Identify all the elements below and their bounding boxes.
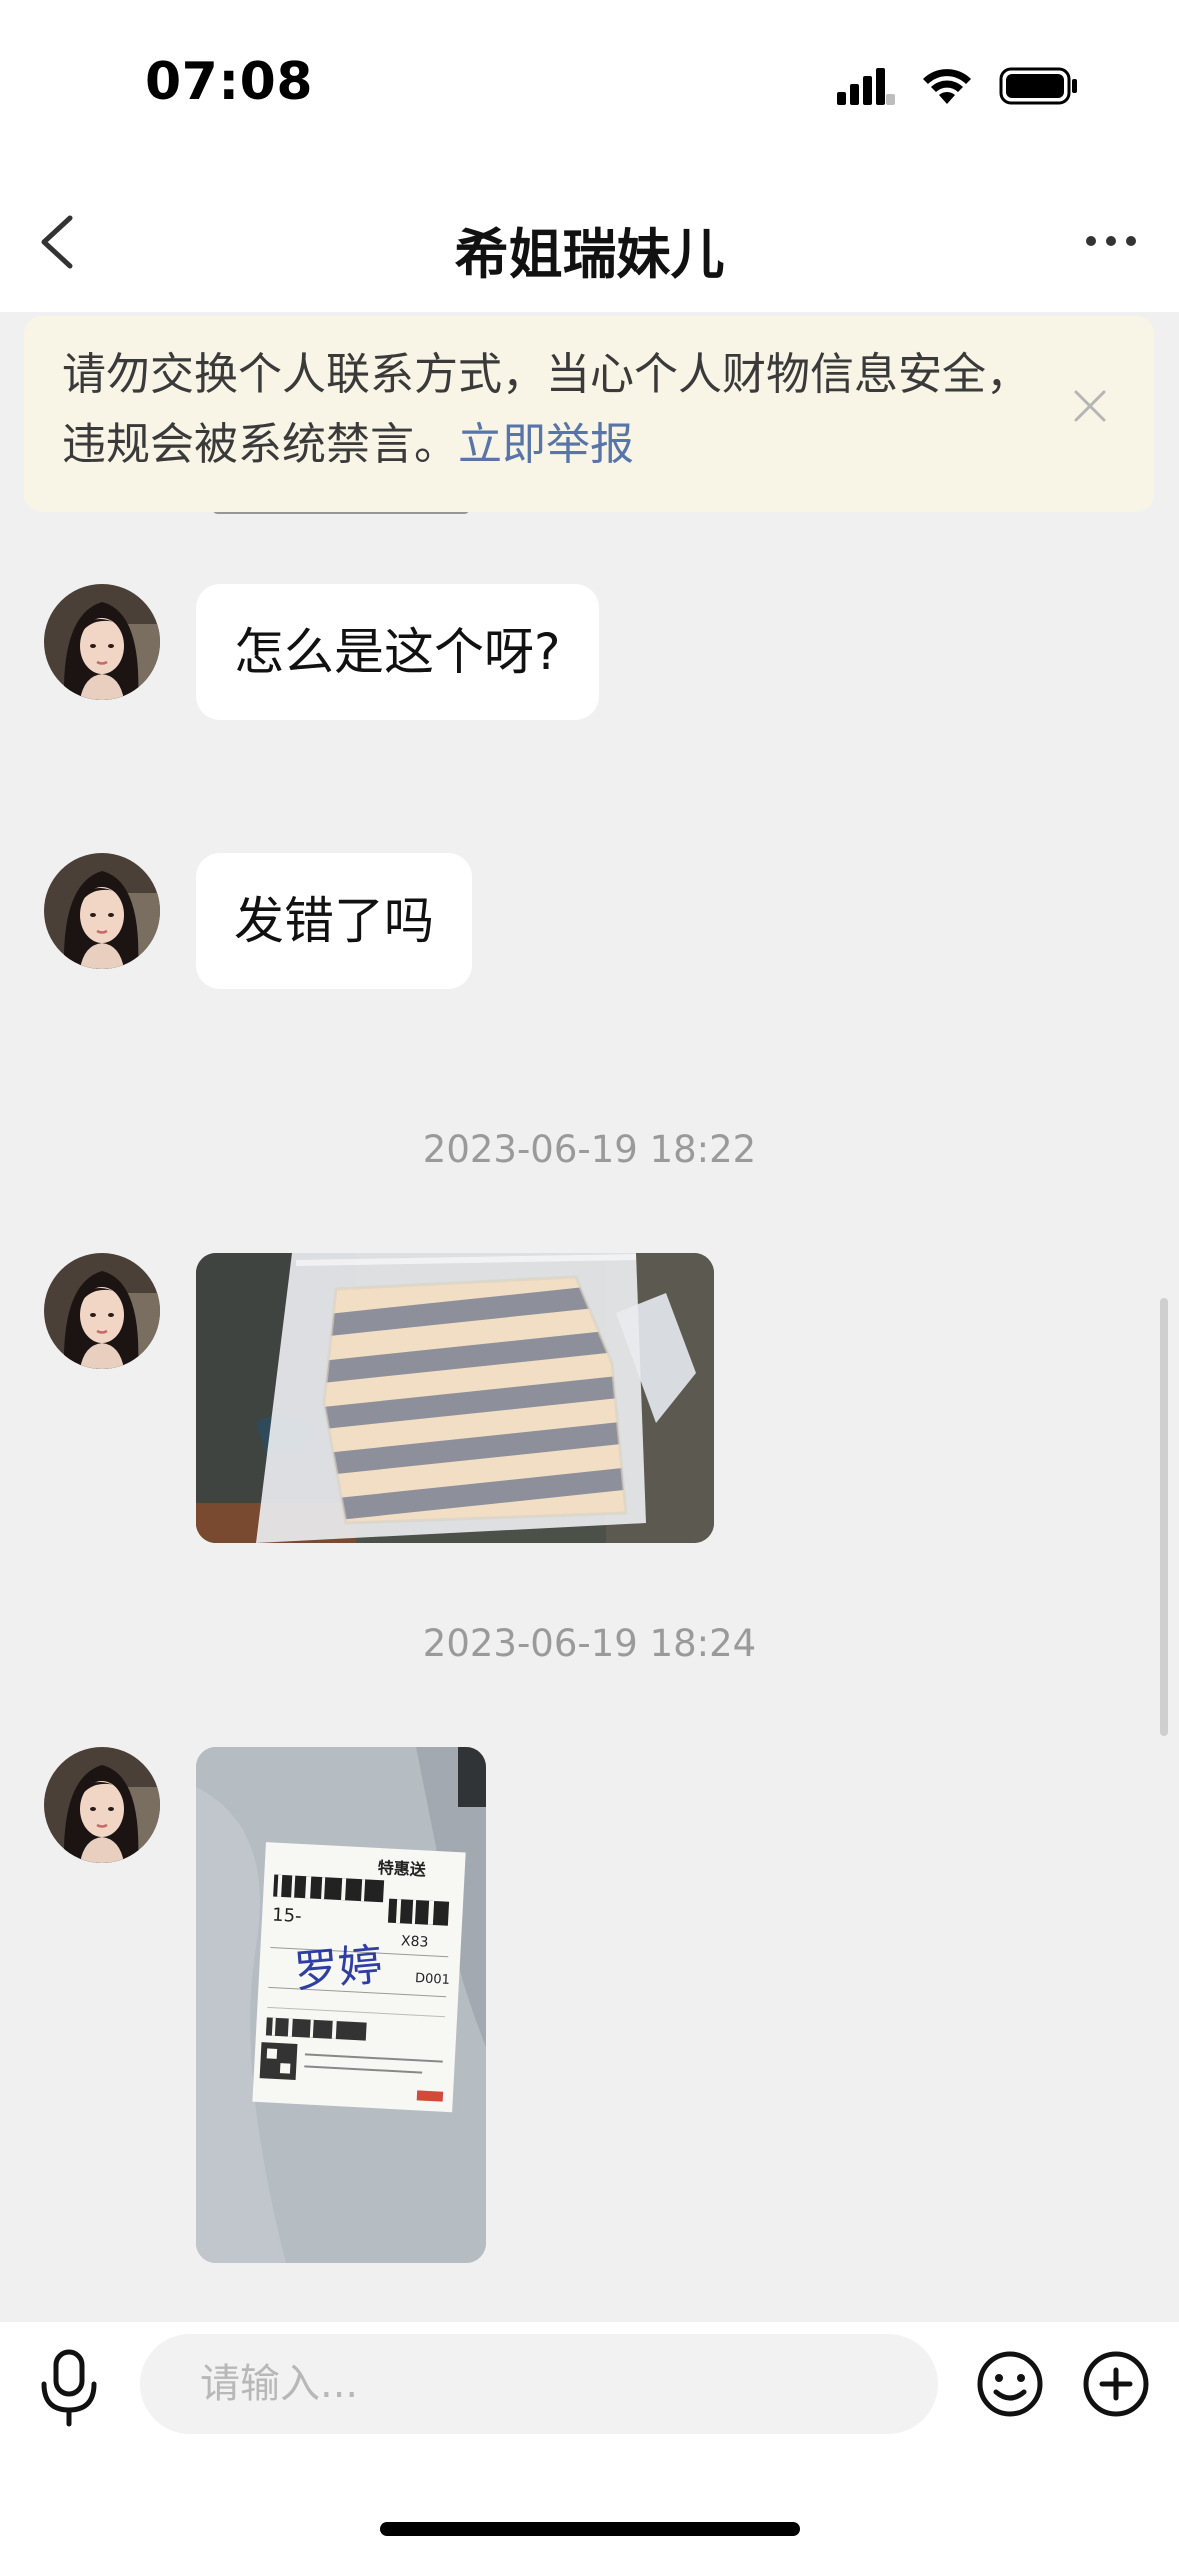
input-bar: 请输入... bbox=[0, 2322, 1179, 2556]
home-indicator[interactable] bbox=[380, 2522, 800, 2536]
label-brand: 特惠送 bbox=[377, 1858, 427, 1880]
avatar[interactable] bbox=[44, 1747, 160, 1863]
emoji-icon[interactable] bbox=[976, 2350, 1044, 2418]
label-handwriting: 罗婷 bbox=[292, 1939, 384, 1997]
scrollbar[interactable] bbox=[1160, 1298, 1168, 1736]
microphone-icon[interactable] bbox=[36, 2348, 102, 2428]
avatar-image bbox=[44, 584, 160, 700]
warning-text: 请勿交换个人联系方式，当心个人财物信息安全，违规会被系统禁言。立即举报 bbox=[62, 349, 1030, 470]
avatar[interactable] bbox=[44, 1253, 160, 1369]
close-icon[interactable] bbox=[1070, 386, 1110, 426]
battery-icon bbox=[999, 67, 1077, 105]
status-icons bbox=[837, 64, 1079, 108]
safety-warning-banner: 请勿交换个人联系方式，当心个人财物信息安全，违规会被系统禁言。立即举报 bbox=[24, 316, 1154, 512]
avatar[interactable] bbox=[44, 853, 160, 969]
nav-bar: 希姐瑞妹儿 bbox=[0, 170, 1179, 312]
input-placeholder: 请输入... bbox=[200, 2361, 359, 2407]
status-bar: 07:08 bbox=[0, 0, 1179, 170]
message-timestamp: 2023-06-19 18:24 bbox=[422, 1622, 757, 1665]
image-message-sweater[interactable] bbox=[196, 1253, 714, 1543]
image-message-package[interactable]: 特惠送 15- X83 D001 罗婷 bbox=[196, 1747, 486, 2263]
package-photo: 特惠送 15- X83 D001 罗婷 bbox=[196, 1747, 486, 2263]
message-bubble[interactable]: 怎么是这个呀? bbox=[196, 584, 599, 720]
plus-circle-icon[interactable] bbox=[1082, 2350, 1150, 2418]
message-timestamp: 2023-06-19 18:22 bbox=[422, 1128, 757, 1171]
avatar[interactable] bbox=[44, 584, 160, 700]
message-input[interactable]: 请输入... bbox=[140, 2334, 938, 2434]
report-link[interactable]: 立即举报 bbox=[458, 419, 634, 470]
label-route: X83 bbox=[401, 1933, 429, 1950]
chat-screen: 07:08 希姐瑞妹儿 请勿交换个人联系方式，当心个人财物信息安全，违规会被系统… bbox=[0, 0, 1179, 2556]
chat-title: 希姐瑞妹儿 bbox=[454, 223, 725, 286]
avatar-image bbox=[44, 1253, 160, 1369]
more-dots-icon[interactable] bbox=[1081, 226, 1141, 256]
wifi-icon bbox=[923, 69, 971, 104]
cellular-signal-icon bbox=[837, 68, 895, 105]
label-code: 15- bbox=[272, 1905, 302, 1928]
sweater-photo bbox=[196, 1253, 714, 1543]
avatar-image bbox=[44, 1747, 160, 1863]
avatar-image bbox=[44, 853, 160, 969]
message-bubble[interactable]: 发错了吗 bbox=[196, 853, 472, 989]
status-time: 07:08 bbox=[145, 52, 314, 112]
label-seq: D001 bbox=[415, 1971, 451, 1988]
